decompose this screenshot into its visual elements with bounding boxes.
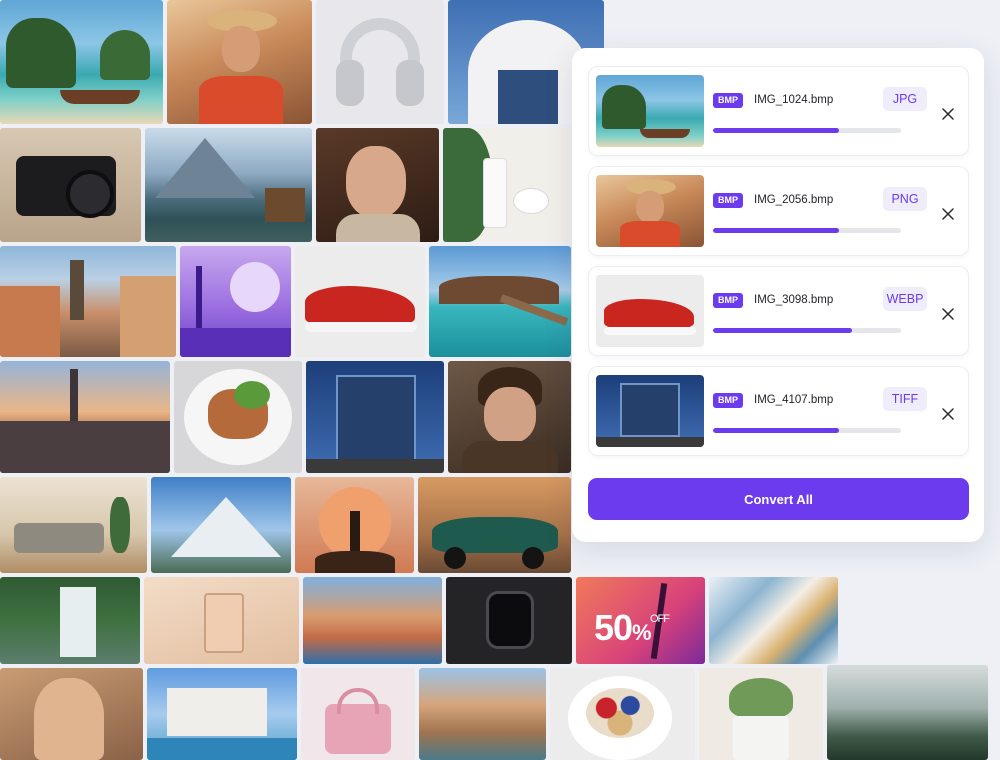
photo-waterfall <box>0 577 140 664</box>
source-format-badge: BMP <box>713 93 743 108</box>
photo-tropical-beach <box>0 0 163 124</box>
photo-marble-texture <box>709 577 838 664</box>
source-format-badge: BMP <box>713 293 743 308</box>
photo-vintage-car <box>418 477 571 573</box>
photo-perfume <box>144 577 299 664</box>
close-icon[interactable] <box>941 407 955 421</box>
file-card: BMP IMG_4107.bmp TIFF <box>588 366 969 456</box>
photo-silhouette-sunset <box>295 477 414 573</box>
close-icon[interactable] <box>941 107 955 121</box>
promo-discount-text: 50% OFF <box>594 607 670 648</box>
progress-bar <box>713 128 901 133</box>
photo-misty-forest <box>827 665 988 760</box>
photo-pink-handbag <box>301 668 415 760</box>
photo-synthwave-palms <box>180 246 291 357</box>
photo-coastal-village <box>303 577 442 664</box>
source-format-badge: BMP <box>713 193 743 208</box>
file-card: BMP IMG_3098.bmp WEBP <box>588 266 969 356</box>
photo-headphones <box>316 0 444 124</box>
file-card: BMP IMG_2056.bmp PNG <box>588 166 969 256</box>
photo-promo-sale: 50% OFF <box>576 577 705 664</box>
target-format-select[interactable]: JPG <box>883 87 927 111</box>
photo-cosmetics <box>443 128 571 242</box>
convert-all-button[interactable]: Convert All <box>588 478 969 520</box>
file-thumbnail <box>596 175 704 247</box>
photo-glass-office <box>306 361 444 473</box>
photo-succulent <box>699 668 823 760</box>
progress-fill <box>713 428 839 433</box>
photo-modern-house <box>147 668 297 760</box>
photo-smartwatch <box>446 577 572 664</box>
file-thumbnail <box>596 375 704 447</box>
progress-bar <box>713 228 901 233</box>
photo-city-skyline <box>0 361 170 473</box>
file-thumbnail <box>596 275 704 347</box>
file-thumbnail <box>596 75 704 147</box>
conversion-panel: BMP IMG_1024.bmp JPG BMP IMG_2056.bmp PN… <box>572 48 984 542</box>
photo-canal-city <box>419 668 546 760</box>
file-name: IMG_4107.bmp <box>754 394 834 406</box>
photo-camera <box>0 128 141 242</box>
photo-blonde-woman <box>0 668 143 760</box>
photo-red-sneaker <box>295 246 425 357</box>
file-name: IMG_2056.bmp <box>754 194 834 206</box>
file-card: BMP IMG_1024.bmp JPG <box>588 66 969 156</box>
photo-woman-portrait <box>316 128 439 242</box>
photo-young-man <box>448 361 571 473</box>
source-format-badge: BMP <box>713 393 743 408</box>
progress-bar <box>713 328 901 333</box>
progress-bar <box>713 428 901 433</box>
photo-woman-hat <box>167 0 312 124</box>
progress-fill <box>713 228 839 233</box>
target-format-select[interactable]: WEBP <box>883 287 927 311</box>
photo-snowy-mountain <box>151 477 291 573</box>
target-format-select[interactable]: TIFF <box>883 387 927 411</box>
file-name: IMG_1024.bmp <box>754 94 834 106</box>
close-icon[interactable] <box>941 207 955 221</box>
file-name: IMG_3098.bmp <box>754 294 834 306</box>
photo-old-town <box>0 246 176 357</box>
progress-fill <box>713 128 839 133</box>
photo-living-room <box>0 477 147 573</box>
close-icon[interactable] <box>941 307 955 321</box>
photo-fruit-bowl <box>550 668 695 760</box>
photo-mountain-lake <box>145 128 312 242</box>
progress-fill <box>713 328 853 333</box>
target-format-select[interactable]: PNG <box>883 187 927 211</box>
photo-salad-plate <box>174 361 302 473</box>
photo-overwater-villas <box>429 246 571 357</box>
